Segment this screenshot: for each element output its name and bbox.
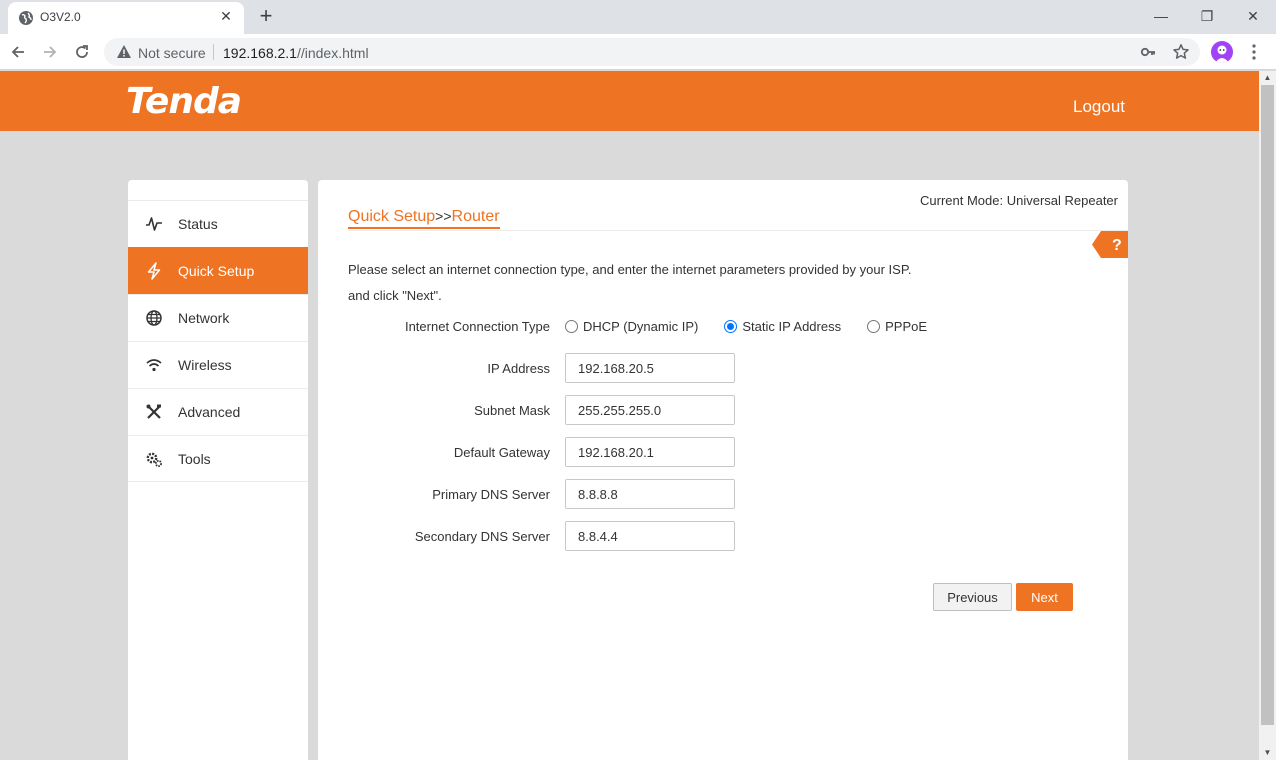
minimize-button[interactable]: —	[1141, 4, 1181, 28]
breadcrumb-router: Router	[451, 208, 500, 225]
forward-icon[interactable]	[39, 41, 61, 63]
sidebar-item-label: Quick Setup	[178, 263, 255, 279]
warning-icon	[117, 45, 131, 58]
sidebar-item-label: Advanced	[178, 404, 241, 420]
sidebar-item-label: Network	[178, 310, 230, 326]
header-divider	[348, 230, 1128, 231]
ip-address-input[interactable]	[565, 353, 735, 383]
back-icon[interactable]	[7, 41, 29, 63]
default-gateway-label: Default Gateway	[453, 445, 550, 460]
instruction-text-continued: and click "Next".	[348, 288, 442, 303]
primary-dns-label: Primary DNS Server	[432, 487, 550, 502]
sidebar-item-status[interactable]: Status	[128, 200, 308, 247]
window-close-button[interactable]: ✕	[1233, 4, 1273, 28]
radio-pppoe-circle[interactable]	[867, 320, 881, 333]
url-text[interactable]: 192.168.2.1//index.html	[223, 45, 369, 61]
star-icon[interactable]	[1172, 43, 1190, 61]
address-bar[interactable]: Not secure 192.168.2.1//index.html	[104, 38, 1200, 66]
sidebar-item-wireless[interactable]: Wireless	[128, 341, 308, 388]
scroll-down-arrow-icon[interactable]: ▼	[1259, 746, 1276, 760]
secondary-dns-label: Secondary DNS Server	[414, 529, 550, 544]
tab-close-icon[interactable]: ✕	[218, 8, 234, 24]
gears-icon	[145, 450, 163, 468]
omnibox-divider	[213, 44, 214, 60]
security-status[interactable]: Not secure	[138, 45, 206, 61]
sidebar-item-tools[interactable]: Tools	[128, 435, 308, 482]
browser-tab[interactable]: O3V2.0 ✕	[8, 2, 244, 34]
pulse-icon	[145, 215, 163, 233]
radio-pppoe[interactable]: PPPoE	[867, 319, 927, 334]
current-mode-text: Current Mode: Universal Repeater	[920, 193, 1118, 208]
sidebar-item-advanced[interactable]: Advanced	[128, 388, 308, 435]
tenda-logo: Tenda	[126, 81, 242, 122]
logout-link[interactable]: Logout	[1073, 97, 1125, 117]
previous-button[interactable]: Previous	[933, 583, 1012, 611]
radio-static-ip-circle[interactable]	[724, 320, 738, 333]
url-host: 192.168.2.1	[223, 45, 297, 61]
lightning-icon	[145, 262, 163, 280]
more-menu-icon[interactable]	[1246, 42, 1262, 62]
reload-icon[interactable]	[71, 41, 93, 63]
sidebar-item-label: Status	[178, 216, 218, 232]
tab-title: O3V2.0	[40, 10, 81, 24]
breadcrumb: Quick Setup>>Router	[348, 208, 500, 229]
tools-icon	[145, 403, 163, 421]
connection-type-label: Internet Connection Type	[404, 319, 550, 334]
radio-pppoe-label: PPPoE	[885, 319, 928, 334]
help-icon[interactable]: ?	[1092, 231, 1128, 258]
globe-icon	[145, 309, 163, 327]
subnet-mask-input[interactable]	[565, 395, 735, 425]
profile-avatar-icon[interactable]	[1211, 41, 1233, 63]
restore-button[interactable]: ❐	[1187, 4, 1227, 28]
ip-address-label: IP Address	[487, 361, 550, 376]
help-icon-label: ?	[1112, 237, 1122, 254]
radio-static-ip-label: Static IP Address	[742, 319, 842, 334]
radio-static-ip[interactable]: Static IP Address	[724, 319, 841, 334]
new-tab-button[interactable]: +	[255, 5, 277, 27]
primary-dns-input[interactable]	[565, 479, 735, 509]
subnet-mask-label: Subnet Mask	[474, 403, 550, 418]
next-button[interactable]: Next	[1016, 583, 1073, 611]
radio-dhcp-circle[interactable]	[565, 320, 578, 333]
radio-dhcp-label: DHCP (Dynamic IP)	[583, 319, 699, 334]
scroll-up-arrow-icon[interactable]: ▲	[1259, 71, 1276, 85]
main-panel: Current Mode: Universal Repeater Quick S…	[318, 180, 1128, 760]
instruction-text: Please select an internet connection typ…	[348, 262, 912, 277]
secondary-dns-input[interactable]	[565, 521, 735, 551]
wifi-icon	[145, 356, 163, 374]
sidebar-item-quick-setup[interactable]: Quick Setup	[128, 247, 308, 294]
globe-icon	[19, 11, 33, 25]
browser-tab-bar: O3V2.0 ✕ + — ❐ ✕	[0, 0, 1276, 34]
breadcrumb-quick-setup[interactable]: Quick Setup	[348, 208, 435, 225]
url-path: //index.html	[296, 45, 369, 61]
scroll-thumb[interactable]	[1261, 85, 1274, 725]
browser-toolbar: Not secure 192.168.2.1//index.html	[0, 34, 1276, 70]
breadcrumb-separator: >>	[435, 208, 452, 224]
connection-type-radio-group: DHCP (Dynamic IP) Static IP Address PPPo…	[565, 319, 953, 334]
key-icon[interactable]	[1140, 44, 1156, 60]
sidebar-menu: Status Quick Setup Network Wireless Adva…	[128, 180, 308, 760]
default-gateway-input[interactable]	[565, 437, 735, 467]
radio-dhcp[interactable]: DHCP (Dynamic IP)	[565, 319, 698, 334]
page-scrollbar[interactable]: ▲ ▼	[1259, 71, 1276, 760]
sidebar-item-label: Wireless	[178, 357, 232, 373]
sidebar-item-network[interactable]: Network	[128, 294, 308, 341]
sidebar-item-label: Tools	[178, 450, 211, 467]
page-header: Tenda Logout	[0, 71, 1259, 131]
